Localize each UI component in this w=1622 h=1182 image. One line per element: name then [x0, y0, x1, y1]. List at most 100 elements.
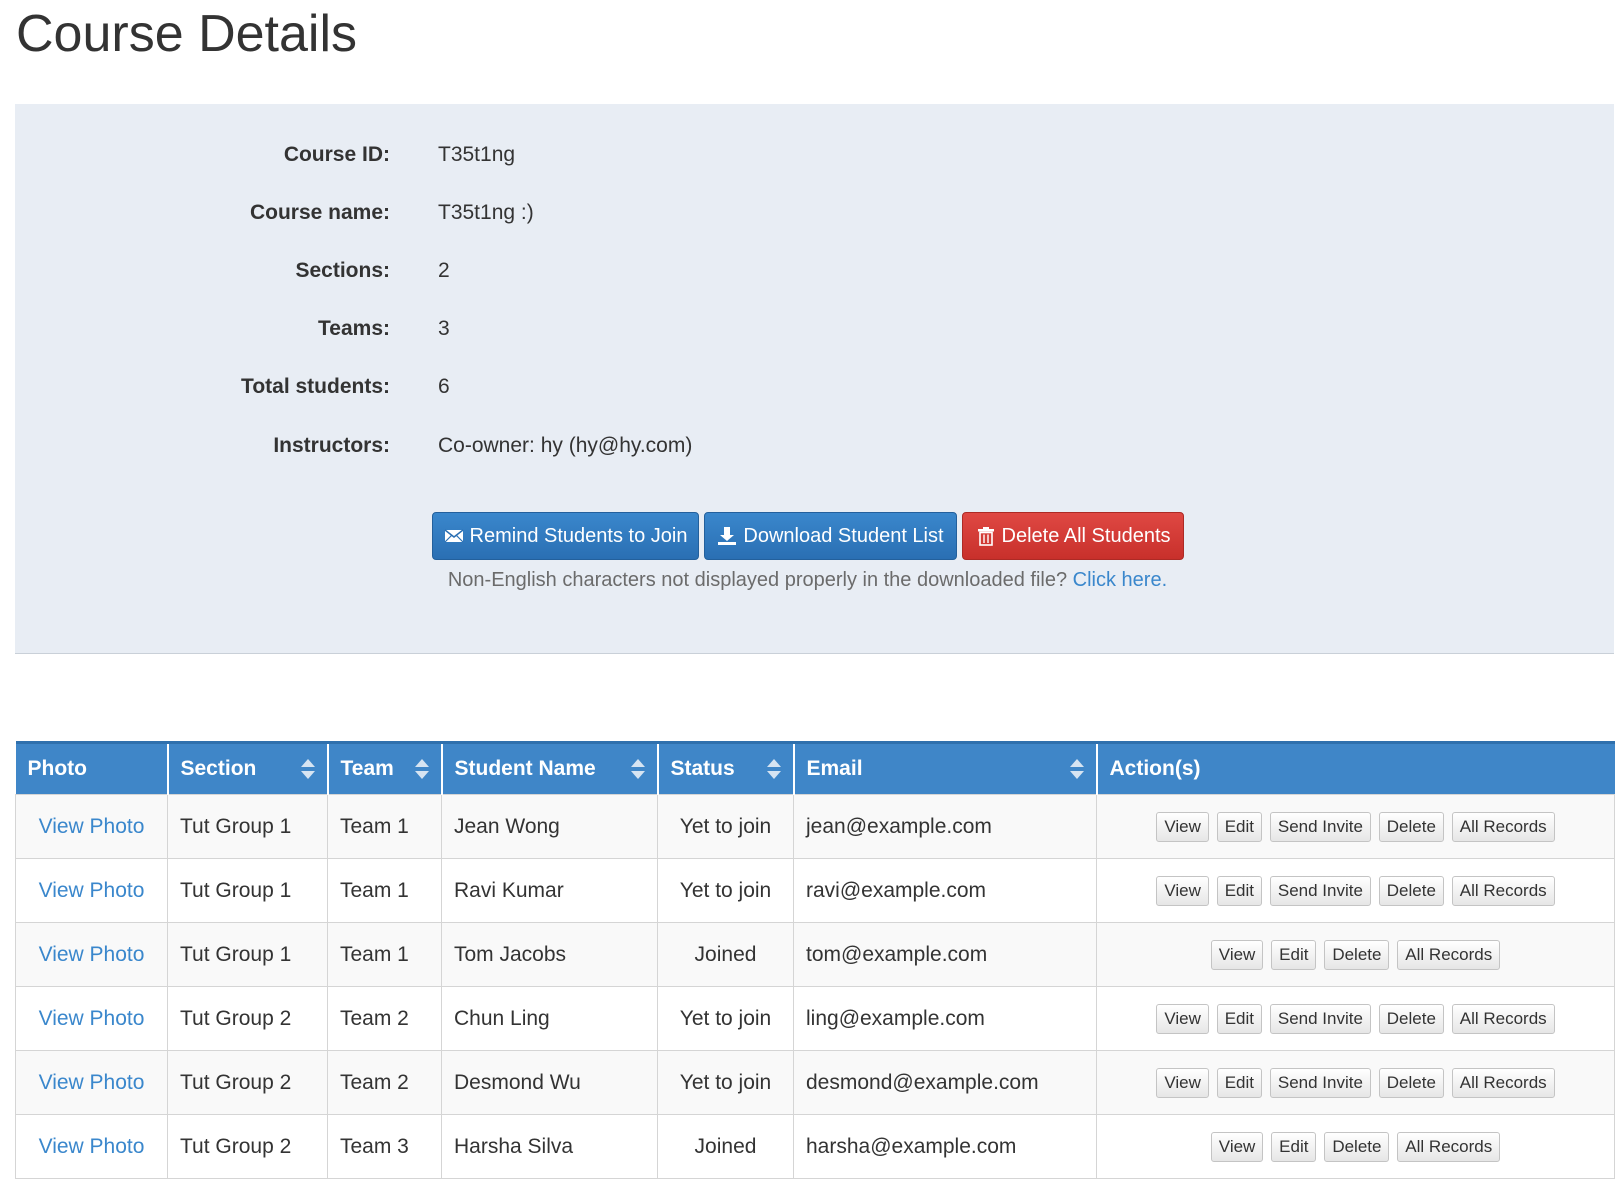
- header-section[interactable]: Section: [167, 741, 329, 795]
- edit-button[interactable]: Edit: [1216, 875, 1263, 906]
- edit-button[interactable]: Edit: [1216, 1067, 1263, 1098]
- delete-button[interactable]: Delete: [1378, 1003, 1444, 1034]
- status-cell: Yet to join: [657, 794, 794, 859]
- section-cell: Tut Group 2: [167, 986, 328, 1051]
- table-header-row: Photo Section Team Student Name Status E…: [15, 741, 1615, 795]
- view-photo-link[interactable]: View Photo: [39, 1135, 145, 1158]
- course-name-label: Course name:: [249, 201, 390, 224]
- status-cell: Yet to join: [657, 986, 794, 1051]
- view-photo-link[interactable]: View Photo: [39, 1071, 145, 1094]
- table-row: View Photo Tut Group 2 Team 3 Harsha Sil…: [15, 1114, 1615, 1179]
- delete-button[interactable]: Delete: [1324, 1131, 1390, 1162]
- all-records-button[interactable]: All Records: [1397, 1131, 1501, 1162]
- course-info-panel: Course ID: T35t1ng Course name: T35t1ng …: [15, 104, 1614, 654]
- header-student-name[interactable]: Student Name: [441, 741, 659, 795]
- view-button[interactable]: View: [1210, 939, 1264, 970]
- view-button[interactable]: View: [1156, 811, 1209, 842]
- section-cell: Tut Group 2: [167, 1114, 328, 1179]
- email-cell: harsha@example.com: [793, 1114, 1097, 1179]
- students-table: Photo Section Team Student Name Status E…: [15, 741, 1615, 1179]
- student-name-cell: Jean Wong: [441, 794, 658, 859]
- course-id-value: T35t1ng: [438, 143, 516, 166]
- all-records-button[interactable]: All Records: [1397, 939, 1501, 970]
- actions-cell: View Edit Send Invite Delete All Records: [1096, 858, 1615, 923]
- click-here-link[interactable]: Click here.: [1073, 569, 1167, 591]
- total-students-row: Total students: 6: [15, 372, 1614, 402]
- student-name-cell: Desmond Wu: [441, 1050, 658, 1115]
- view-button[interactable]: View: [1210, 1131, 1264, 1162]
- sort-icon[interactable]: [1069, 758, 1085, 780]
- view-button[interactable]: View: [1156, 875, 1209, 906]
- instructors-row: Instructors: Co-owner: hy (hy@hy.com): [15, 431, 1614, 461]
- teams-row: Teams: 3: [15, 314, 1614, 344]
- delete-all-students-label: Delete All Students: [1001, 525, 1171, 547]
- total-students-value: 6: [438, 375, 450, 398]
- table-row: View Photo Tut Group 1 Team 1 Tom Jacobs…: [15, 922, 1615, 987]
- header-status-label: Status: [670, 757, 735, 780]
- sort-icon[interactable]: [300, 758, 316, 780]
- remind-students-button[interactable]: Remind Students to Join: [432, 512, 699, 560]
- edit-button[interactable]: Edit: [1216, 1003, 1263, 1034]
- page-title: Course Details: [16, 5, 358, 63]
- download-student-list-button[interactable]: Download Student List: [704, 512, 957, 560]
- email-cell: ravi@example.com: [793, 858, 1097, 923]
- download-help-line: Non-English characters not displayed pro…: [15, 566, 1614, 594]
- course-id-row: Course ID: T35t1ng: [15, 140, 1614, 170]
- view-button[interactable]: View: [1156, 1003, 1209, 1034]
- sort-icon[interactable]: [414, 758, 430, 780]
- sort-icon[interactable]: [766, 758, 782, 780]
- header-student-name-label: Student Name: [454, 757, 596, 780]
- section-cell: Tut Group 1: [167, 794, 328, 859]
- header-section-label: Section: [180, 757, 257, 780]
- header-team[interactable]: Team: [327, 741, 443, 795]
- delete-button[interactable]: Delete: [1378, 875, 1444, 906]
- actions-cell: View Edit Send Invite Delete All Records: [1096, 986, 1615, 1051]
- email-cell: ling@example.com: [793, 986, 1097, 1051]
- send-invite-button[interactable]: Send Invite: [1269, 1067, 1371, 1098]
- student-name-cell: Chun Ling: [441, 986, 658, 1051]
- remind-students-label: Remind Students to Join: [469, 525, 688, 547]
- status-cell: Joined: [657, 922, 794, 987]
- sort-icon[interactable]: [630, 758, 646, 780]
- view-photo-link[interactable]: View Photo: [39, 1007, 145, 1030]
- sections-row: Sections: 2: [15, 256, 1614, 286]
- send-invite-button[interactable]: Send Invite: [1269, 1003, 1371, 1034]
- student-name-cell: Harsha Silva: [441, 1114, 658, 1179]
- table-row: View Photo Tut Group 2 Team 2 Desmond Wu…: [15, 1050, 1615, 1115]
- header-actions-label: Action(s): [1109, 757, 1201, 780]
- photo-cell: View Photo: [15, 1114, 168, 1179]
- table-row: View Photo Tut Group 2 Team 2 Chun Ling …: [15, 986, 1615, 1051]
- team-cell: Team 1: [327, 922, 442, 987]
- team-cell: Team 3: [327, 1114, 442, 1179]
- all-records-button[interactable]: All Records: [1451, 1003, 1555, 1034]
- header-actions: Action(s): [1096, 741, 1615, 795]
- header-status[interactable]: Status: [657, 741, 795, 795]
- view-photo-link[interactable]: View Photo: [39, 879, 145, 902]
- delete-button[interactable]: Delete: [1378, 1067, 1444, 1098]
- send-invite-button[interactable]: Send Invite: [1269, 875, 1371, 906]
- delete-all-students-button[interactable]: Delete All Students: [962, 512, 1184, 560]
- edit-button[interactable]: Edit: [1216, 811, 1263, 842]
- photo-cell: View Photo: [15, 1050, 168, 1115]
- course-id-label: Course ID:: [283, 143, 390, 166]
- delete-button[interactable]: Delete: [1378, 811, 1444, 842]
- send-invite-button[interactable]: Send Invite: [1269, 811, 1371, 842]
- section-cell: Tut Group 1: [167, 922, 328, 987]
- header-email[interactable]: Email: [793, 741, 1098, 795]
- header-email-label: Email: [806, 757, 863, 780]
- view-photo-link[interactable]: View Photo: [39, 943, 145, 966]
- delete-button[interactable]: Delete: [1324, 939, 1390, 970]
- instructors-label: Instructors:: [273, 434, 390, 457]
- team-cell: Team 2: [327, 986, 442, 1051]
- view-photo-link[interactable]: View Photo: [39, 815, 145, 838]
- edit-button[interactable]: Edit: [1271, 939, 1317, 970]
- email-cell: tom@example.com: [793, 922, 1097, 987]
- view-button[interactable]: View: [1156, 1067, 1209, 1098]
- edit-button[interactable]: Edit: [1271, 1131, 1317, 1162]
- instructors-value: Co-owner: hy (hy@hy.com): [438, 434, 693, 457]
- status-cell: Joined: [657, 1114, 794, 1179]
- all-records-button[interactable]: All Records: [1451, 875, 1555, 906]
- email-cell: jean@example.com: [793, 794, 1097, 859]
- all-records-button[interactable]: All Records: [1451, 1067, 1555, 1098]
- all-records-button[interactable]: All Records: [1451, 811, 1555, 842]
